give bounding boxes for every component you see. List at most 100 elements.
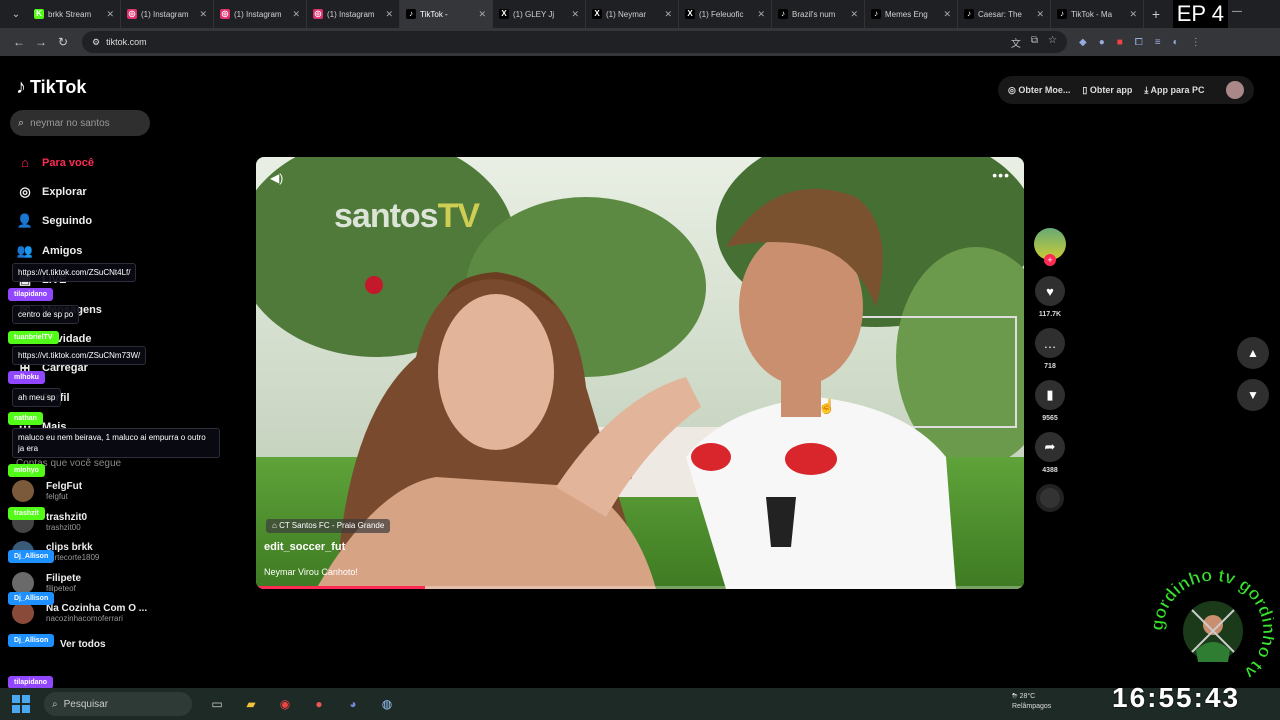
menu-icon[interactable]: ⋮: [1191, 37, 1201, 48]
bookmark-star-icon[interactable]: ☆: [1048, 35, 1057, 50]
browser-tab[interactable]: X (1) GLEY Jj ✕: [493, 0, 586, 28]
tab-title: (1) Neymar: [606, 9, 647, 19]
discord-icon[interactable]: ◕: [342, 693, 364, 715]
extensions-puzzle-icon[interactable]: ⧠: [1135, 37, 1143, 48]
save-button[interactable]: ▮: [1035, 380, 1065, 410]
chat-message: maluco eu nem beirava, 1 maluco ai empur…: [12, 428, 220, 458]
search-icon: ⌕: [52, 698, 58, 710]
previous-video-button[interactable]: ▲: [1237, 337, 1269, 369]
browser-tab[interactable]: ♪ Brazil's num ✕: [772, 0, 865, 28]
share-arrow-icon: ➦: [1044, 439, 1056, 454]
tab-title: Caesar: The: [978, 9, 1022, 19]
tab-title: (1) Instagram: [327, 9, 375, 19]
file-explorer-icon[interactable]: ▰: [240, 693, 262, 715]
browser-tab[interactable]: ♪ TikTok - Ma ✕: [1051, 0, 1144, 28]
close-tab-icon[interactable]: ✕: [385, 9, 393, 20]
video-progress-bar[interactable]: [256, 586, 1024, 589]
profile-icon[interactable]: ◐: [1173, 37, 1179, 48]
video-username[interactable]: edit_soccer_fut: [264, 541, 345, 553]
sound-disc[interactable]: [1036, 484, 1064, 512]
close-tab-icon[interactable]: ✕: [943, 9, 951, 20]
top-action-label: App para PC: [1150, 84, 1205, 95]
chat-username-badge: Dj_Allison: [8, 592, 55, 605]
extension-icon[interactable]: ◆: [1079, 37, 1087, 48]
creator-avatar[interactable]: +: [1034, 228, 1066, 266]
heart-icon: ♥: [1046, 283, 1054, 299]
reading-list-icon[interactable]: ≡: [1155, 37, 1161, 48]
top-action-2[interactable]: ⤓ App para PC: [1144, 85, 1204, 96]
top-action-label: Obter app: [1089, 84, 1133, 95]
close-tab-icon[interactable]: ✕: [292, 9, 300, 20]
tab-title: (1) Instagram: [234, 9, 282, 19]
extension-icon[interactable]: ●: [1099, 37, 1105, 48]
task-view-icon[interactable]: ▭: [206, 693, 228, 715]
download-icon: ⤓: [1144, 84, 1149, 95]
weather-widget[interactable]: ⛈ 28°C Relâmpagos: [1012, 692, 1051, 712]
browser-tab[interactable]: X (1) Feleuofic ✕: [679, 0, 772, 28]
browser-tab[interactable]: ♪ TikTok - ✕: [400, 0, 493, 28]
taskbar-search[interactable]: ⌕ Pesquisar: [44, 692, 192, 716]
user-avatar[interactable]: [1226, 81, 1244, 99]
top-action-0[interactable]: ◎ Obter Moe...: [1008, 85, 1070, 96]
video-player[interactable]: BMG BMG ◀) ••• santosTV ⌂ CT Santos FC -…: [256, 157, 1024, 589]
taskbar-search-text: Pesquisar: [63, 698, 109, 710]
chat-username-badge: Dj_Allison: [8, 550, 55, 563]
weather-desc: Relâmpagos: [1012, 703, 1052, 710]
top-actions: ◎ Obter Moe... ▯ Obter app ⤓ App para PC: [998, 76, 1254, 104]
close-tab-icon[interactable]: ✕: [571, 9, 579, 20]
close-tab-icon[interactable]: ✕: [1036, 9, 1044, 20]
chrome-icon[interactable]: ◉: [274, 693, 296, 715]
tab-title: Memes Eng: [885, 9, 928, 19]
browser-tab[interactable]: ◎ (1) Instagram ✕: [307, 0, 400, 28]
start-button[interactable]: [12, 695, 30, 713]
weather-icon: ⛈: [1012, 693, 1018, 700]
minimize-icon[interactable]: —: [1232, 6, 1242, 17]
gordinho-tv-logo: gordinho tv gordinho tv: [1152, 570, 1274, 683]
browser-tab[interactable]: X (1) Neymar ✕: [586, 0, 679, 28]
chat-username-badge: Dj_Allison: [8, 634, 55, 647]
install-icon[interactable]: ⧉: [1031, 35, 1038, 50]
chat-username-badge: tuanbrielTV: [8, 331, 59, 344]
mouse-cursor-icon: ☝: [818, 398, 836, 414]
stream-chat-overlay: https://vt.tiktok.com/ZSuCNt4Lf/tilapida…: [8, 0, 228, 720]
more-options-icon[interactable]: •••: [992, 167, 1010, 183]
translate-icon[interactable]: 文: [1011, 35, 1021, 50]
extension-icon[interactable]: ■: [1117, 37, 1123, 48]
chat-username-badge: trashzit: [8, 507, 45, 520]
like-button[interactable]: ♥: [1035, 276, 1065, 306]
browser-tab[interactable]: ♪ Memes Eng ✕: [865, 0, 958, 28]
close-tab-icon[interactable]: ✕: [664, 9, 672, 20]
episode-label: EP 4: [1172, 0, 1228, 28]
close-tab-icon[interactable]: ✕: [850, 9, 858, 20]
tab-title: Brazil's num: [792, 9, 836, 19]
new-tab-button[interactable]: +: [1144, 6, 1168, 22]
close-tab-icon[interactable]: ✕: [1129, 9, 1137, 20]
url-field[interactable]: ⚙ tiktok.com 文 ⧉ ☆: [82, 31, 1067, 53]
location-tag[interactable]: ⌂ CT Santos FC - Praia Grande: [266, 519, 391, 533]
chat-username-badge: mlohyo: [8, 464, 45, 477]
next-video-button[interactable]: ▼: [1237, 379, 1269, 411]
bookmark-icon: ▮: [1046, 387, 1054, 402]
video-actions: + ♥ 117.7K … 718 ▮ 9565 ➦ 4388: [1034, 228, 1066, 512]
save-count: 9565: [1042, 415, 1058, 422]
tab-favicon-icon: ♪: [406, 9, 416, 19]
video-caption: Neymar Virou Canhoto!: [264, 567, 358, 577]
volume-icon[interactable]: ◀): [270, 171, 283, 185]
close-tab-icon[interactable]: ✕: [478, 9, 486, 20]
steam-icon[interactable]: ◍: [376, 693, 398, 715]
extensions-area: ◆ ● ■ ⧠ ≡ ◐ ⋮: [1079, 37, 1201, 48]
close-tab-icon[interactable]: ✕: [757, 9, 765, 20]
app-icon[interactable]: ●: [308, 693, 330, 715]
chat-message: https://vt.tiktok.com/ZSuCNm73W/: [12, 346, 147, 365]
coin-icon: ◎: [1008, 84, 1016, 95]
video-watermark: santosTV: [334, 197, 480, 235]
chat-username-badge: mlhoku: [8, 371, 45, 384]
share-button[interactable]: ➦: [1035, 432, 1065, 462]
video-progress-fill: [256, 586, 425, 589]
follow-plus-icon[interactable]: +: [1044, 254, 1056, 266]
tab-favicon-icon: ◎: [313, 9, 323, 19]
browser-tab[interactable]: ♪ Caesar: The ✕: [958, 0, 1051, 28]
tab-favicon-icon: ♪: [778, 9, 788, 19]
comment-button[interactable]: …: [1035, 328, 1065, 358]
top-action-1[interactable]: ▯ Obter app: [1082, 85, 1132, 96]
